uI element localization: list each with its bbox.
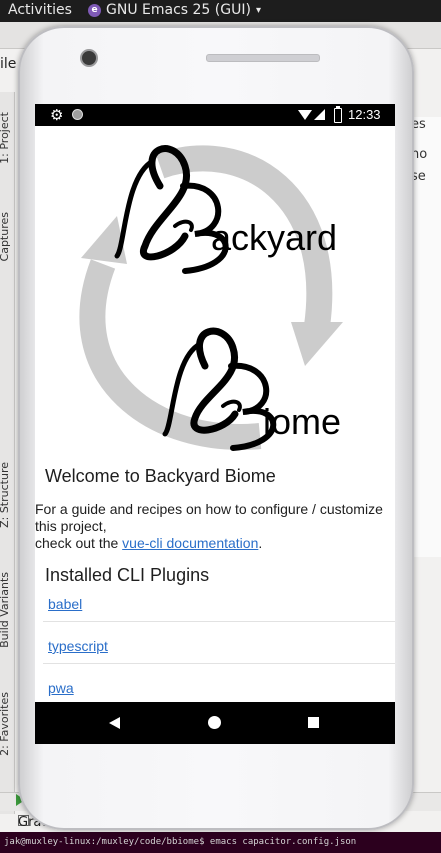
tool-tab-favorites[interactable]: 2: Favorites [0, 692, 11, 756]
tool-tab-captures[interactable]: Captures [0, 212, 11, 261]
app-menu[interactable]: e GNU Emacs 25 (GUI) ▾ [88, 2, 261, 18]
speaker-grille [206, 54, 320, 62]
logo-word-backyard: ackyard [211, 217, 337, 258]
tool-tab-project[interactable]: 1: Project [0, 112, 11, 164]
vue-cli-docs-link[interactable]: vue-cli documentation [122, 535, 258, 551]
tool-tab-build-variants[interactable]: Build Variants [0, 572, 11, 648]
phone-screen[interactable]: ⚙ 12:33 ackyard iome Welcome to Backyard… [35, 104, 395, 744]
home-icon[interactable] [208, 716, 221, 729]
welcome-heading: Welcome to Backyard Biome [45, 466, 276, 486]
wifi-icon [298, 110, 312, 120]
status-time: 12:33 [348, 107, 381, 122]
battery-icon [334, 106, 342, 123]
list-item: babel [43, 580, 395, 622]
activities-button[interactable]: Activities [8, 2, 72, 18]
check-out-text: check out the [35, 535, 119, 551]
list-item: typescript [43, 622, 395, 664]
backyard-biome-logo: ackyard iome [79, 145, 343, 451]
intro-paragraph: For a guide and recipes on how to config… [35, 501, 391, 552]
file-menu[interactable]: ile [0, 56, 16, 72]
plugin-link-babel[interactable]: babel [48, 596, 82, 612]
intro-text: For a guide and recipes on how to config… [35, 501, 383, 534]
list-item: pwa [43, 664, 395, 706]
status-bar: ⚙ 12:33 [35, 104, 395, 126]
arrow-upper-head [291, 322, 343, 366]
signal-icon [314, 109, 325, 120]
emacs-icon: e [88, 3, 101, 17]
plugin-link-pwa[interactable]: pwa [48, 680, 74, 696]
desktop-top-bar: Activities e GNU Emacs 25 (GUI) ▾ [0, 0, 441, 22]
circle-notification-icon [72, 109, 83, 120]
camera-icon [80, 49, 98, 67]
back-icon[interactable] [109, 717, 120, 729]
ide-left-tool-strip: 1: Project Captures Z: Structure Build V… [0, 92, 15, 832]
app-name: GNU Emacs 25 (GUI) [106, 2, 251, 18]
chevron-down-icon: ▾ [255, 4, 261, 16]
phone-emulator-frame: ⚙ 12:33 ackyard iome Welcome to Backyard… [18, 26, 414, 830]
gear-icon: ⚙ [50, 106, 64, 124]
android-nav-bar [35, 702, 395, 744]
tool-tab-structure[interactable]: Z: Structure [0, 462, 11, 528]
recents-icon[interactable] [308, 717, 319, 728]
terminal-prompt[interactable]: jak@muxley-linux:/muxley/code/bbiome$ em… [0, 832, 441, 853]
link-suffix: . [258, 535, 263, 551]
plugin-link-typescript[interactable]: typescript [48, 638, 108, 654]
logo-word-biome: iome [263, 401, 341, 442]
